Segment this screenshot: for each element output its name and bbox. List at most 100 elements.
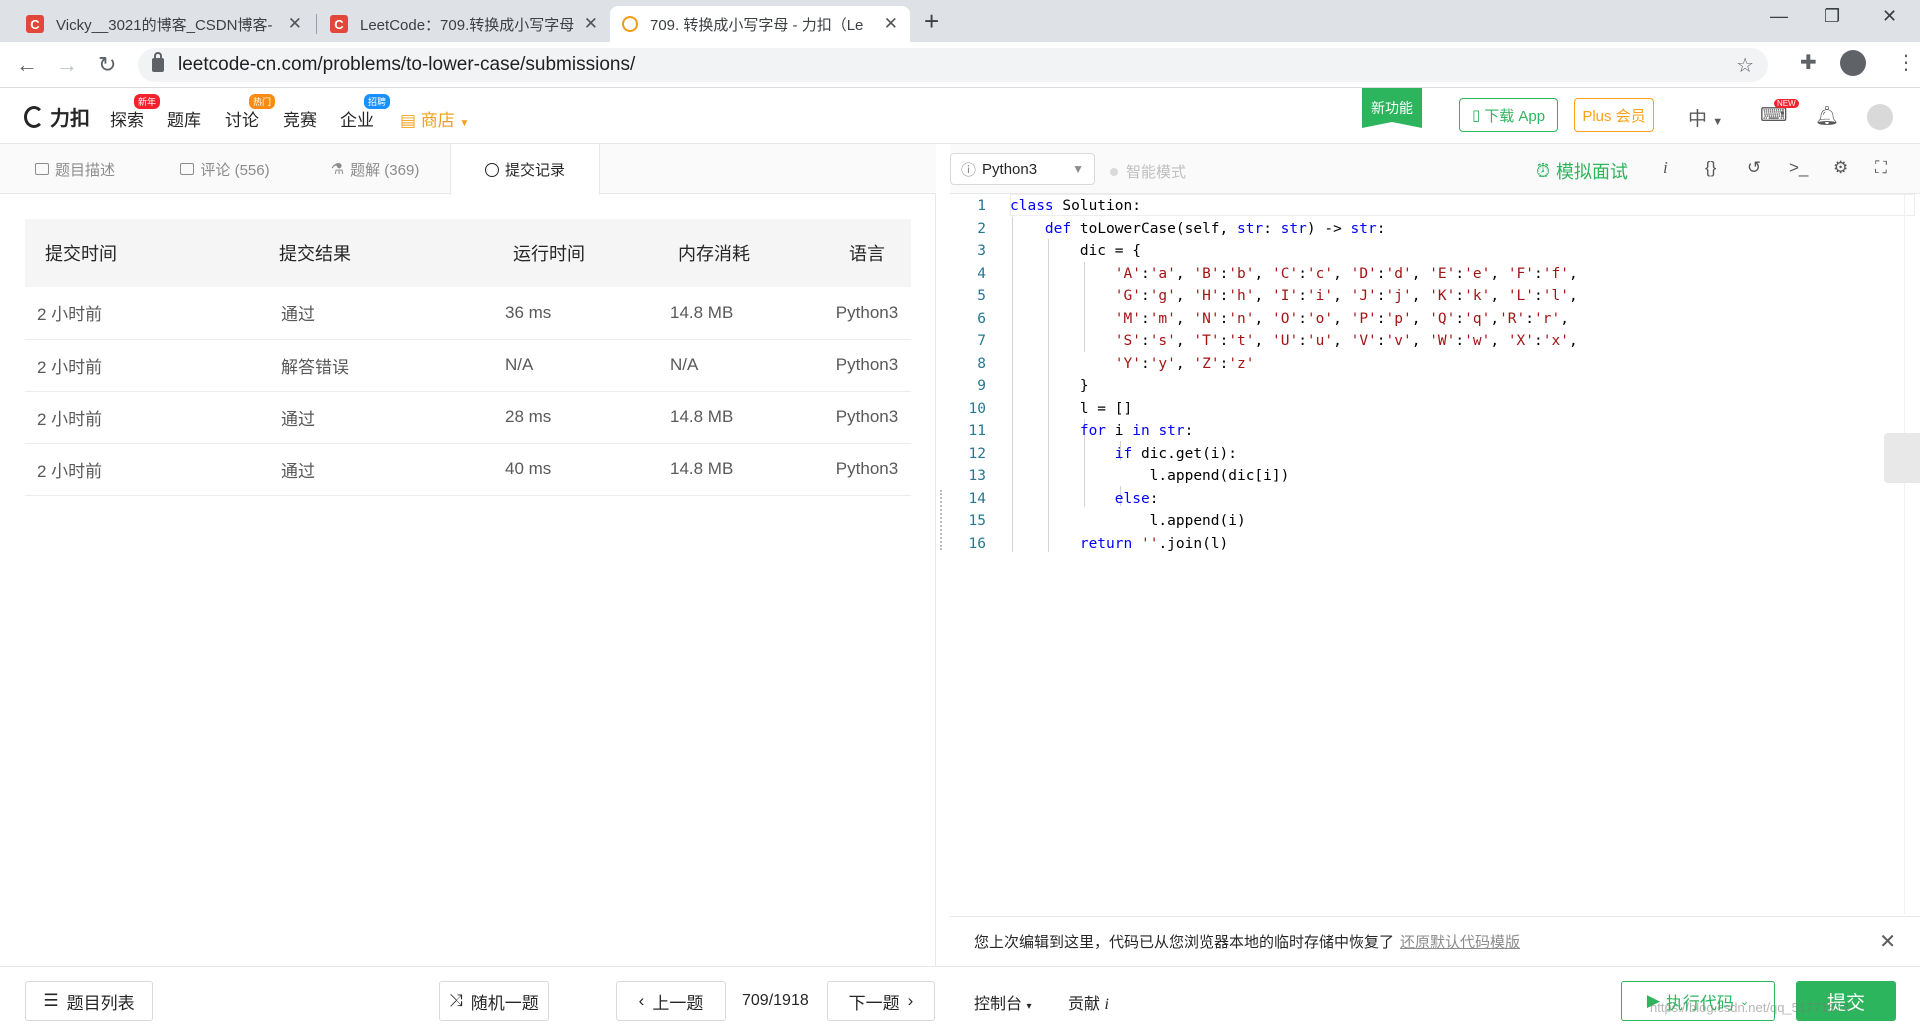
problem-tabs: 题目描述 评论 (556) ⚗ 题解 (369) 提交记录	[0, 144, 936, 195]
minimize-icon[interactable]: —	[1770, 6, 1788, 27]
code-line[interactable]: 5 'G':'g', 'H':'h', 'I':'i', 'J':'j', 'K…	[950, 285, 1577, 308]
url-omnibox[interactable]: leetcode-cn.com/problems/to-lower-case/s…	[138, 48, 1768, 82]
user-avatar[interactable]	[1867, 104, 1893, 130]
close-tab-icon[interactable]: ✕	[584, 14, 598, 34]
code-line[interactable]: 7 'S':'s', 'T':'t', 'U':'u', 'V':'v', 'W…	[950, 330, 1577, 353]
code-line[interactable]: 3 dic = {	[950, 240, 1141, 263]
nav-store[interactable]: ▤ 商店 ▼	[400, 106, 469, 131]
panel-resize-handle[interactable]	[940, 490, 944, 550]
code-text[interactable]: l = []	[1010, 398, 1132, 421]
nav-badge: 新年	[134, 94, 161, 109]
fullscreen-icon[interactable]: ⛶	[1875, 158, 1887, 178]
tab-label: 题解 (369)	[350, 161, 420, 179]
settings-gear-icon[interactable]: ⚙	[1833, 158, 1848, 178]
tab-solutions[interactable]: ⚗ 题解 (369)	[300, 144, 450, 194]
code-text[interactable]: l.append(dic[i])	[1010, 465, 1290, 488]
code-text[interactable]: 'G':'g', 'H':'h', 'I':'i', 'J':'j', 'K':…	[1010, 285, 1578, 308]
browser-menu-icon[interactable]: ⋮	[1896, 50, 1916, 75]
notification-bell-icon[interactable]: 🔔︎	[1815, 104, 1839, 128]
leetcode-logo[interactable]: 力扣	[24, 102, 90, 131]
code-text[interactable]: return ''.join(l)	[1010, 533, 1228, 556]
back-arrow-icon[interactable]: ←	[16, 52, 38, 78]
tab-separator	[316, 14, 317, 34]
nav-enterprise[interactable]: 企业 招聘	[340, 94, 391, 131]
side-float-button[interactable]	[1884, 433, 1920, 483]
code-line[interactable]: 8 'Y':'y', 'Z':'z'	[950, 353, 1254, 376]
code-line[interactable]: 4 'A':'a', 'B':'b', 'C':'c', 'D':'d', 'E…	[950, 263, 1577, 286]
problem-list-button[interactable]: ☰ 题目列表	[25, 981, 153, 1021]
terminal-icon[interactable]: >_	[1789, 158, 1808, 178]
submission-result-link[interactable]: 通过	[259, 443, 493, 496]
prev-problem-button[interactable]: ‹ 上一题	[616, 981, 726, 1021]
code-line[interactable]: 13 l.append(dic[i])	[950, 465, 1290, 488]
forward-arrow-icon[interactable]: →	[56, 52, 78, 78]
extensions-puzzle-icon[interactable]: ✚	[1800, 50, 1817, 75]
random-problem-button[interactable]: ⤨ 随机一题	[439, 981, 549, 1021]
code-text[interactable]: if dic.get(i):	[1010, 443, 1237, 466]
submission-result-link[interactable]: 通过	[259, 391, 493, 444]
code-text[interactable]: 'Y':'y', 'Z':'z'	[1010, 353, 1255, 376]
code-line[interactable]: 1 class Solution:	[950, 195, 1141, 218]
next-problem-button[interactable]: 下一题 ›	[827, 981, 935, 1021]
code-line[interactable]: 16 return ''.join(l)	[950, 533, 1229, 556]
submission-memory: 14.8 MB	[658, 391, 823, 444]
new-feature-ribbon[interactable]: 新功能	[1362, 88, 1422, 128]
plus-member-button[interactable]: Plus 会员	[1574, 98, 1654, 132]
code-text[interactable]: 'S':'s', 'T':'t', 'U':'u', 'V':'v', 'W':…	[1010, 330, 1578, 353]
language-switch[interactable]: 中 ▼	[1688, 104, 1723, 131]
reset-icon[interactable]: ↺	[1747, 158, 1761, 178]
download-app-button[interactable]: ▯ 下载 App	[1459, 98, 1558, 132]
code-text[interactable]: else:	[1010, 488, 1159, 511]
close-tab-icon[interactable]: ✕	[288, 14, 302, 34]
browser-tab-leetcode[interactable]: 709. 转换成小写字母 - 力扣（Le ✕	[610, 6, 910, 42]
tab-description[interactable]: 题目描述	[0, 144, 150, 194]
code-line[interactable]: 11 for i in str:	[950, 420, 1194, 443]
bookmark-star-icon[interactable]: ☆	[1736, 53, 1754, 78]
code-line[interactable]: 9 }	[950, 375, 1088, 398]
code-text[interactable]: }	[1010, 375, 1089, 398]
braces-icon[interactable]: {}	[1705, 158, 1716, 178]
line-number: 8	[977, 355, 986, 372]
close-tab-icon[interactable]: ✕	[884, 14, 898, 34]
tab-comments[interactable]: 评论 (556)	[150, 144, 300, 194]
contribute-button[interactable]: 贡献 i	[1068, 990, 1109, 1014]
code-line[interactable]: 2 def toLowerCase(self, str: str) -> str…	[950, 218, 1385, 241]
nav-contest[interactable]: 竞赛	[283, 106, 317, 131]
code-text[interactable]: dic = {	[1010, 240, 1141, 263]
code-line[interactable]: 12 if dic.get(i):	[950, 443, 1237, 466]
submission-result-link[interactable]: 通过	[259, 287, 493, 340]
editor-scrollbar[interactable]	[1904, 194, 1920, 914]
mock-interview-button[interactable]: ⏰︎ 模拟面试	[1536, 158, 1628, 184]
code-line[interactable]: 6 'M':'m', 'N':'n', 'O':'o', 'P':'p', 'Q…	[950, 308, 1569, 331]
code-text[interactable]: 'M':'m', 'N':'n', 'O':'o', 'P':'p', 'Q':…	[1010, 308, 1569, 331]
lock-icon[interactable]	[152, 52, 164, 72]
maximize-icon[interactable]: ❐	[1824, 6, 1840, 27]
submission-result-link[interactable]: 解答错误	[259, 339, 493, 392]
close-icon[interactable]: ✕	[1879, 929, 1896, 954]
smart-mode-toggle[interactable]: 智能模式	[1110, 161, 1186, 182]
code-line[interactable]: 15 l.append(i)	[950, 510, 1246, 533]
code-text[interactable]: l.append(i)	[1010, 510, 1246, 533]
tab-submissions[interactable]: 提交记录	[450, 144, 600, 195]
profile-avatar[interactable]	[1840, 50, 1866, 76]
browser-tab-csdn-blog[interactable]: C Vicky__3021的博客_CSDN博客- ✕	[14, 6, 314, 42]
window-close-icon[interactable]: ✕	[1882, 6, 1897, 27]
language-select[interactable]: ⓘ Python3 ▼	[950, 153, 1095, 185]
code-text[interactable]: 'A':'a', 'B':'b', 'C':'c', 'D':'d', 'E':…	[1010, 263, 1578, 286]
console-toggle[interactable]: 控制台 ▾	[974, 990, 1032, 1014]
code-text[interactable]: for i in str:	[1010, 420, 1194, 443]
nav-discuss[interactable]: 讨论 热门	[225, 94, 276, 131]
new-tab-plus-icon[interactable]: +	[924, 6, 939, 37]
code-editor[interactable]: 1 class Solution: 2 def toLowerCase(self, …	[950, 194, 1915, 914]
restore-default-code-link[interactable]: 还原默认代码模版	[1400, 931, 1520, 952]
code-line[interactable]: 10 l = []	[950, 398, 1133, 421]
reload-icon[interactable]: ↻	[98, 52, 116, 78]
code-text[interactable]: class Solution:	[1010, 195, 1141, 218]
code-text[interactable]: def toLowerCase(self, str: str) -> str:	[1010, 218, 1386, 241]
code-line[interactable]: 14 else:	[950, 488, 1159, 511]
browser-tab-csdn-article[interactable]: C LeetCode：709.转换成小写字母 ✕	[318, 6, 610, 42]
url-text[interactable]: leetcode-cn.com/problems/to-lower-case/s…	[178, 54, 635, 76]
nav-problemset[interactable]: 题库	[167, 106, 201, 131]
nav-explore[interactable]: 探索 新年	[110, 94, 161, 131]
info-italic-icon[interactable]: i	[1663, 158, 1668, 178]
